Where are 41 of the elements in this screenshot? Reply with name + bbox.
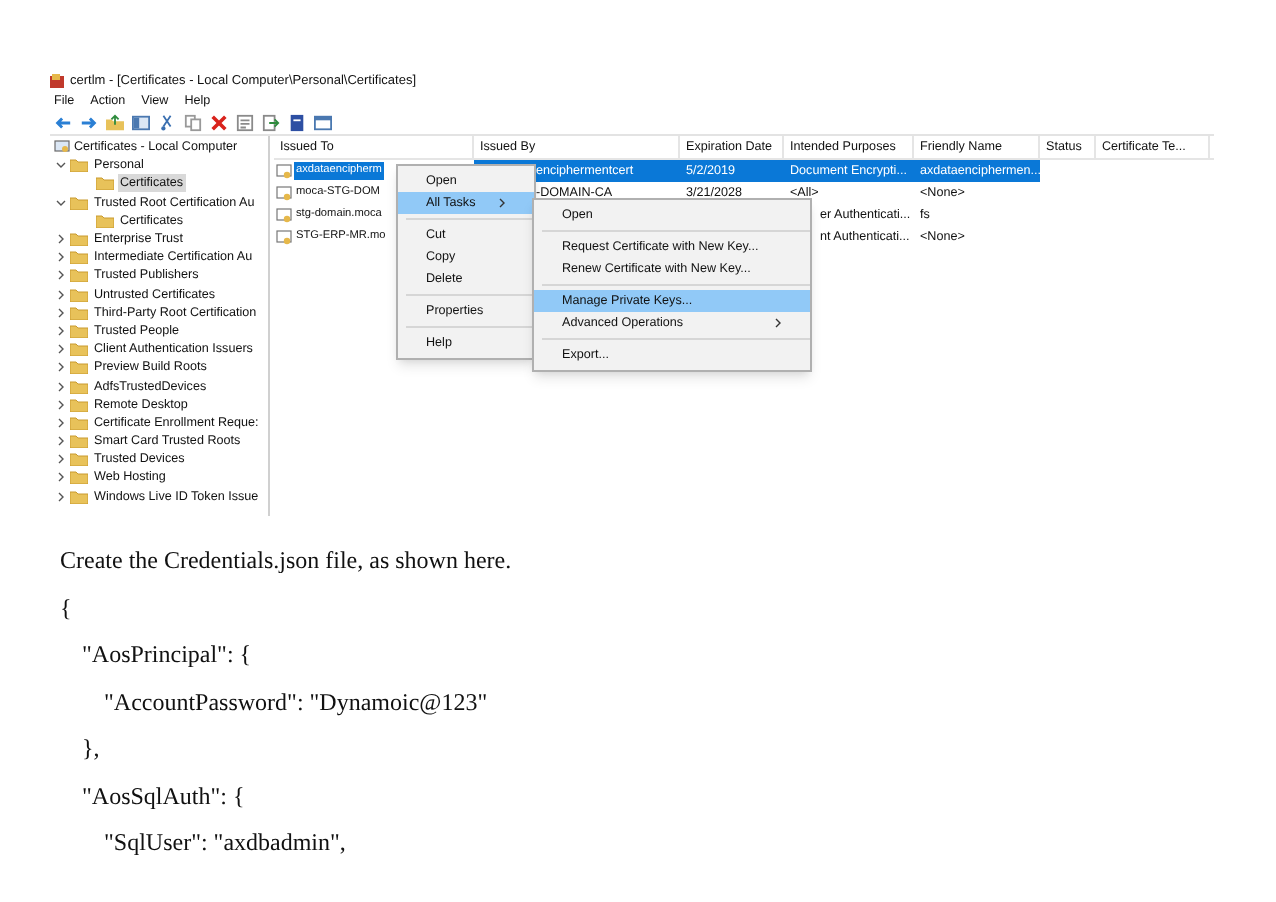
code-line: "SqlUser": "axdbadmin", — [102, 826, 348, 860]
chevron-down-icon[interactable] — [56, 160, 66, 171]
chevron-right-icon[interactable] — [56, 454, 66, 465]
help-icon[interactable] — [288, 114, 306, 132]
chevron-right-icon[interactable] — [56, 344, 66, 355]
export-icon[interactable] — [262, 114, 280, 132]
chevron-right-icon[interactable] — [56, 362, 66, 373]
folder-up-icon[interactable] — [106, 114, 124, 132]
certificate-icon — [276, 163, 292, 179]
chevron-right-icon[interactable] — [56, 270, 66, 281]
computer-certificate-icon — [54, 140, 70, 155]
chevron-right-icon[interactable] — [56, 417, 66, 428]
chevron-right-icon[interactable] — [56, 472, 66, 483]
forward-arrow-icon[interactable] — [80, 114, 98, 132]
code-line: }, — [80, 732, 102, 766]
chevron-right-icon[interactable] — [56, 399, 66, 410]
delete-icon[interactable] — [210, 114, 228, 132]
certificate-icon — [276, 185, 292, 201]
chevron-right-icon[interactable] — [56, 325, 66, 336]
properties-icon[interactable] — [236, 114, 254, 132]
chevron-right-icon[interactable] — [56, 252, 66, 263]
copy-icon[interactable] — [184, 114, 202, 132]
scissors-icon[interactable] — [158, 114, 176, 132]
chevron-right-icon[interactable] — [56, 491, 66, 502]
chevron-right-icon[interactable] — [56, 234, 66, 245]
chevron-down-icon[interactable] — [56, 197, 66, 208]
app-icon — [50, 74, 64, 88]
code-line: { — [60, 591, 74, 625]
paragraph: Create the Credentials.json file, as shown here. — [60, 544, 514, 578]
chevron-right-icon[interactable] — [56, 307, 66, 318]
chevron-right-icon[interactable] — [56, 436, 66, 447]
code-line: "AosPrincipal": { — [80, 638, 254, 672]
window-icon[interactable] — [314, 114, 332, 132]
chevron-right-icon[interactable] — [56, 381, 66, 392]
console-tree-icon[interactable] — [132, 114, 150, 132]
back-arrow-icon[interactable] — [54, 114, 72, 132]
code-line: "AosSqlAuth": { — [80, 779, 247, 813]
certificate-icon — [276, 229, 292, 245]
certificate-icon — [276, 207, 292, 223]
code-line: "AccountPassword": "Dynamoic@123" — [102, 685, 490, 720]
chevron-right-icon[interactable] — [56, 289, 66, 300]
